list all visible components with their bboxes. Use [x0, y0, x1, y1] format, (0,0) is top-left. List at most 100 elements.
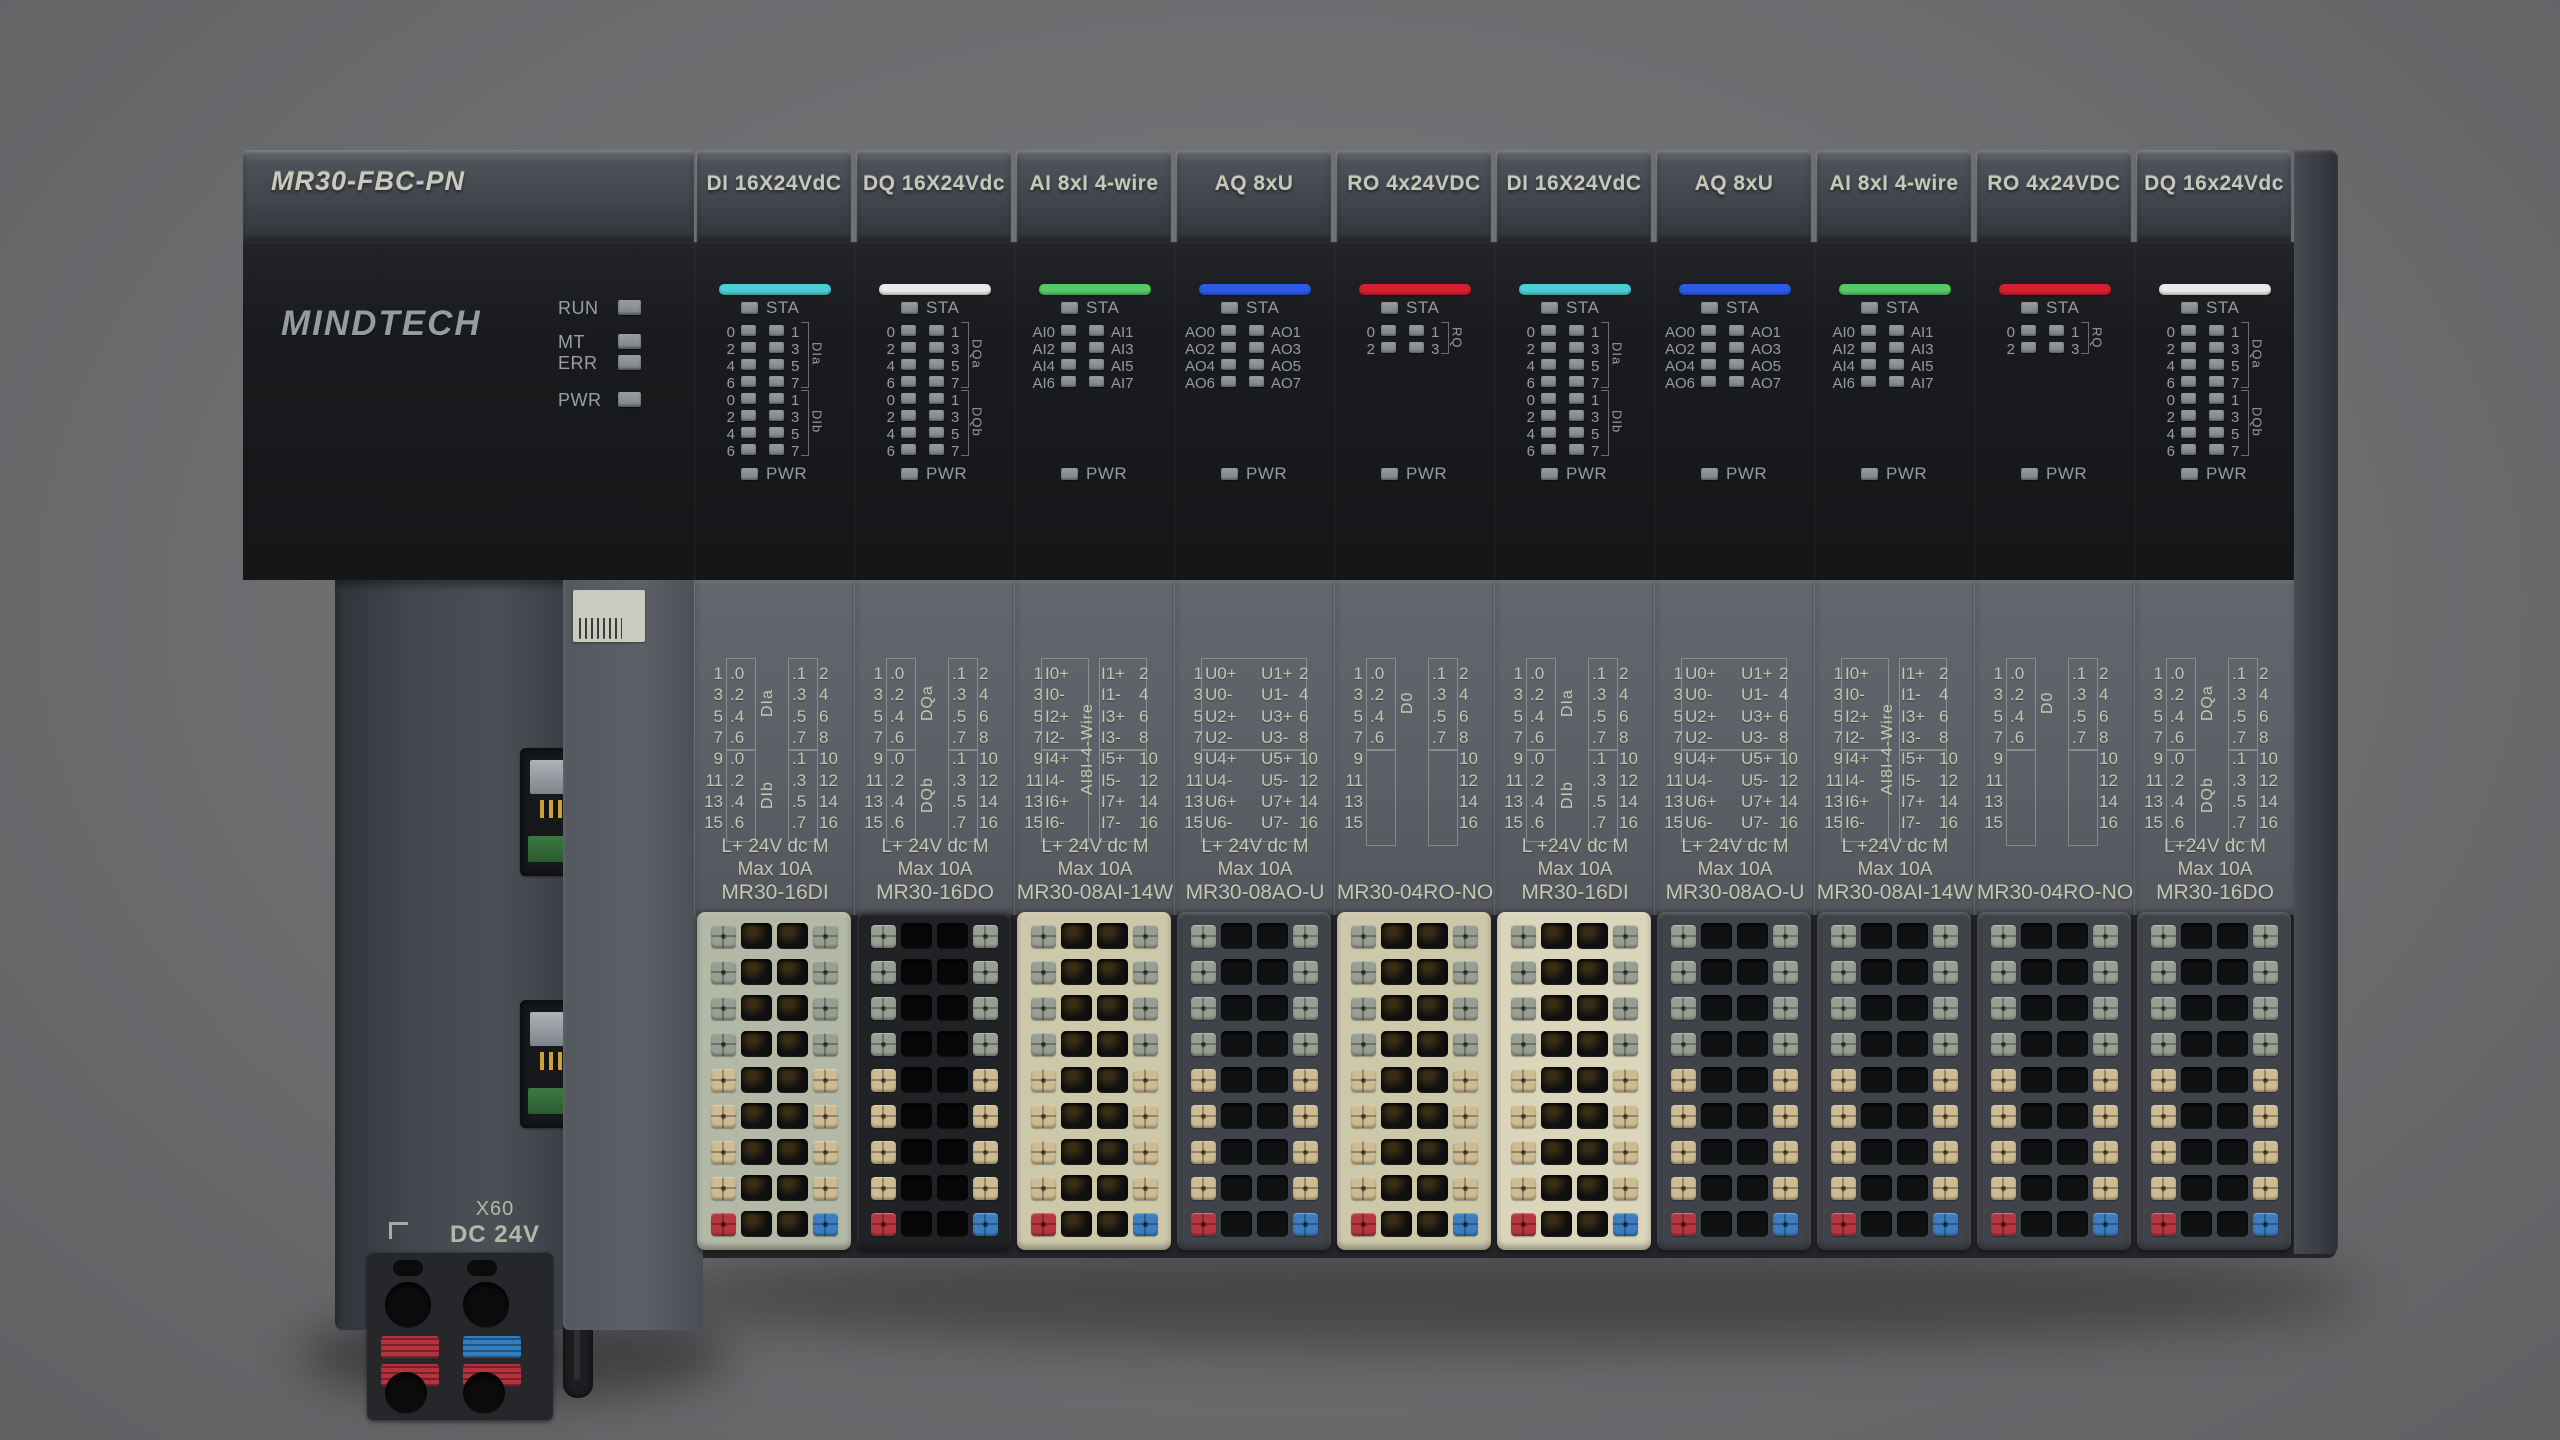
terminal-hole[interactable] — [2181, 1103, 2212, 1129]
release-button[interactable] — [1351, 1033, 1376, 1056]
terminal-hole[interactable] — [1897, 1067, 1928, 1093]
terminal-hole[interactable] — [2217, 959, 2248, 985]
release-lever-blue[interactable] — [463, 1336, 521, 1358]
release-button[interactable] — [1351, 997, 1376, 1020]
release-button[interactable] — [2093, 961, 2118, 984]
terminal-hole[interactable] — [1417, 1103, 1448, 1129]
release-button[interactable] — [1133, 1033, 1158, 1056]
release-button[interactable] — [1133, 1105, 1158, 1128]
release-button[interactable] — [871, 1105, 896, 1128]
terminal-hole[interactable] — [937, 959, 968, 985]
terminal-hole[interactable] — [1221, 1031, 1252, 1057]
release-button[interactable] — [973, 961, 998, 984]
release-button[interactable] — [1351, 1105, 1376, 1128]
terminal-hole[interactable] — [1701, 1067, 1732, 1093]
release-button[interactable] — [1671, 925, 1696, 948]
release-button[interactable] — [1613, 1069, 1638, 1092]
terminal-hole[interactable] — [2181, 1211, 2212, 1237]
release-button[interactable] — [1933, 997, 1958, 1020]
release-button[interactable] — [1933, 961, 1958, 984]
terminal-hole[interactable] — [1737, 1067, 1768, 1093]
release-button[interactable] — [973, 997, 998, 1020]
release-button[interactable] — [1351, 1141, 1376, 1164]
release-button[interactable] — [1613, 1177, 1638, 1200]
release-button[interactable] — [2253, 961, 2278, 984]
release-button[interactable] — [2093, 1105, 2118, 1128]
release-button[interactable] — [1191, 1141, 1216, 1164]
terminal-hole[interactable] — [777, 1067, 808, 1093]
terminal-hole[interactable] — [1577, 1211, 1608, 1237]
release-button[interactable] — [1133, 997, 1158, 1020]
release-button[interactable] — [711, 997, 736, 1020]
release-button[interactable] — [813, 1213, 838, 1236]
release-button[interactable] — [973, 1213, 998, 1236]
release-button[interactable] — [1133, 1069, 1158, 1092]
release-button[interactable] — [1511, 1141, 1536, 1164]
terminal-hole[interactable] — [1097, 995, 1128, 1021]
release-button[interactable] — [1671, 1141, 1696, 1164]
release-button[interactable] — [813, 1177, 838, 1200]
release-button[interactable] — [1133, 1141, 1158, 1164]
release-button[interactable] — [2253, 1033, 2278, 1056]
terminal-hole[interactable] — [1577, 1103, 1608, 1129]
release-button[interactable] — [2093, 1141, 2118, 1164]
terminal-hole[interactable] — [2057, 1175, 2088, 1201]
terminal-hole[interactable] — [2021, 1031, 2052, 1057]
release-button[interactable] — [711, 1069, 736, 1092]
terminal-hole[interactable] — [1417, 1211, 1448, 1237]
release-button[interactable] — [711, 1177, 736, 1200]
terminal-hole[interactable] — [1577, 1139, 1608, 1165]
release-button[interactable] — [1933, 1177, 1958, 1200]
terminal-hole[interactable] — [1577, 1031, 1608, 1057]
terminal-hole[interactable] — [1577, 923, 1608, 949]
terminal-hole[interactable] — [1861, 923, 1892, 949]
terminal-hole[interactable] — [2021, 1103, 2052, 1129]
terminal-hole[interactable] — [1737, 995, 1768, 1021]
terminal-hole[interactable] — [777, 959, 808, 985]
terminal-hole[interactable] — [2057, 923, 2088, 949]
terminal-hole[interactable] — [1737, 1103, 1768, 1129]
terminal-hole[interactable] — [1381, 923, 1412, 949]
release-button[interactable] — [813, 1033, 838, 1056]
release-button[interactable] — [871, 925, 896, 948]
terminal-hole[interactable] — [1861, 1211, 1892, 1237]
release-lever-red[interactable] — [381, 1336, 439, 1358]
terminal-hole[interactable] — [937, 1031, 968, 1057]
release-button[interactable] — [1773, 1213, 1798, 1236]
terminal-hole[interactable] — [1417, 1139, 1448, 1165]
release-button[interactable] — [2253, 997, 2278, 1020]
terminal-hole[interactable] — [2021, 995, 2052, 1021]
terminal-hole[interactable] — [1541, 1067, 1572, 1093]
release-button[interactable] — [1031, 997, 1056, 1020]
release-button[interactable] — [1191, 1069, 1216, 1092]
release-button[interactable] — [2093, 1033, 2118, 1056]
terminal-hole[interactable] — [1061, 1139, 1092, 1165]
terminal-hole[interactable] — [1061, 1175, 1092, 1201]
terminal-hole[interactable] — [901, 1211, 932, 1237]
terminal-hole[interactable] — [937, 1175, 968, 1201]
release-button[interactable] — [1831, 997, 1856, 1020]
release-button[interactable] — [1831, 1033, 1856, 1056]
terminal-hole[interactable] — [1381, 1139, 1412, 1165]
terminal-hole[interactable] — [2021, 1211, 2052, 1237]
release-button[interactable] — [1453, 961, 1478, 984]
release-button[interactable] — [1453, 997, 1478, 1020]
release-button[interactable] — [2093, 1213, 2118, 1236]
release-button[interactable] — [711, 925, 736, 948]
release-button[interactable] — [1031, 1033, 1056, 1056]
terminal-hole[interactable] — [1061, 995, 1092, 1021]
terminal-hole[interactable] — [1737, 1139, 1768, 1165]
terminal-hole[interactable] — [2181, 959, 2212, 985]
release-button[interactable] — [1133, 925, 1158, 948]
release-button[interactable] — [1831, 925, 1856, 948]
terminal-hole[interactable] — [1381, 1211, 1412, 1237]
terminal-hole[interactable] — [1897, 1103, 1928, 1129]
terminal-hole[interactable] — [1417, 1067, 1448, 1093]
terminal-hole[interactable] — [1541, 1031, 1572, 1057]
terminal-hole[interactable] — [937, 1139, 968, 1165]
terminal-hole[interactable] — [1221, 1211, 1252, 1237]
release-button[interactable] — [1671, 997, 1696, 1020]
terminal-hole[interactable] — [937, 923, 968, 949]
terminal-hole[interactable] — [1701, 1175, 1732, 1201]
release-button[interactable] — [813, 1141, 838, 1164]
